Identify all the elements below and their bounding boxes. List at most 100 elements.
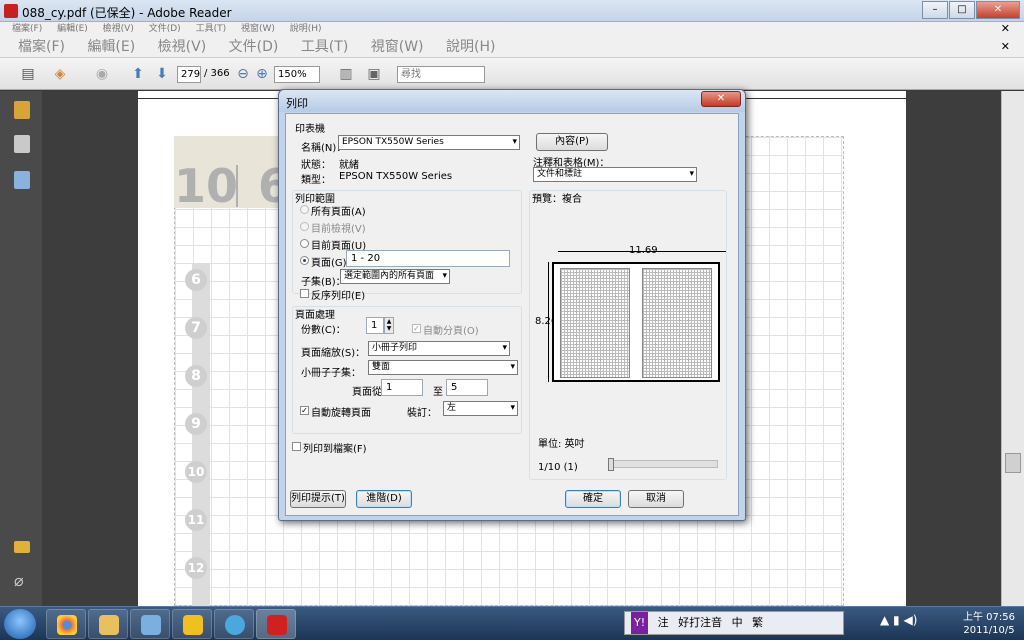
print-icon[interactable]: ▤	[18, 65, 38, 83]
cancel-button[interactable]: 取消	[628, 490, 684, 508]
pages-radio[interactable]	[300, 256, 309, 265]
taskbar-app-yellow[interactable]	[172, 609, 212, 639]
page-number-input[interactable]: 279	[177, 66, 201, 83]
ime-name[interactable]: 好打注音	[678, 612, 722, 634]
fit-page-icon[interactable]: ▥	[336, 65, 356, 83]
menu-document[interactable]: 文件(D)	[229, 36, 279, 58]
maximize-button[interactable]: □	[949, 1, 975, 19]
circle-number: 6	[185, 269, 207, 291]
pages-icon[interactable]	[14, 135, 30, 153]
menu-view[interactable]: 檢視(V)	[158, 36, 207, 58]
adobe-reader-task-icon	[267, 615, 287, 635]
taskbar-adobe-reader[interactable]	[256, 609, 296, 639]
sheets-from-label: 頁面從	[352, 387, 382, 398]
preview-left-page	[560, 268, 630, 378]
page-scaling-label: 頁面縮放(S)：	[301, 348, 366, 359]
menu-edit-small[interactable]: 編輯(E)	[57, 22, 88, 36]
taskbar-explorer[interactable]	[88, 609, 128, 639]
attachments-icon[interactable]	[14, 171, 30, 189]
menu-view-small[interactable]: 檢視(V)	[103, 22, 134, 36]
binding-select[interactable]: 左	[443, 401, 518, 416]
menu-edit[interactable]: 編輯(E)	[87, 36, 135, 58]
copies-spinner[interactable]: ▲ ▼	[384, 317, 394, 334]
booklet-subset-select[interactable]: 雙面	[368, 360, 518, 375]
lock-icon[interactable]	[14, 101, 30, 119]
page-scaling-select[interactable]: 小冊子列印	[368, 341, 510, 356]
tray-icons[interactable]: ▲ ▮ ◀)	[880, 613, 917, 627]
menu-document-small[interactable]: 文件(D)	[149, 22, 181, 36]
taskbar-app-blue[interactable]	[214, 609, 254, 639]
zoom-in-icon[interactable]: ⊕	[252, 65, 272, 83]
search-input[interactable]: 尋找	[397, 66, 485, 83]
circle-number: 11	[185, 509, 207, 531]
print-dialog: 列印 ✕ 印表機 名稱(N)： EPSON TX550W Series 內容(P…	[278, 89, 746, 521]
taskbar-network[interactable]	[130, 609, 170, 639]
menu-help-small[interactable]: 說明(H)	[290, 22, 322, 36]
menu-window-small[interactable]: 視窗(W)	[241, 22, 275, 36]
ime-traditional[interactable]: 繁	[752, 612, 763, 634]
all-pages-radio[interactable]	[300, 205, 309, 214]
comments-forms-select[interactable]: 文件和標註	[533, 167, 697, 182]
auto-rotate-label: 自動旋轉頁面	[311, 408, 371, 419]
scrollbar-thumb[interactable]	[1005, 453, 1021, 473]
circle-number: 7	[185, 317, 207, 339]
ok-button[interactable]: 確定	[565, 490, 621, 508]
all-pages-label: 所有頁面(A)	[311, 207, 366, 218]
menu-window[interactable]: 視窗(W)	[371, 36, 424, 58]
system-tray[interactable]: ▲ ▮ ◀)	[880, 613, 950, 633]
subset-select[interactable]: 選定範圍內的所有頁面	[340, 269, 450, 284]
auto-rotate-checkbox[interactable]: ✓	[300, 406, 309, 415]
properties-button[interactable]: 內容(P)	[536, 133, 608, 151]
ime-yahoo[interactable]: Y!	[631, 612, 649, 634]
menu-bar-secondary: 檔案(F) 編輯(E) 檢視(V) 文件(D) 工具(T) 視窗(W) 說明(H…	[0, 22, 1024, 36]
chapter-separator	[236, 165, 238, 207]
preview-page-slider[interactable]	[608, 458, 718, 471]
start-button[interactable]	[4, 609, 36, 639]
copies-input[interactable]: 1	[366, 317, 384, 334]
current-page-radio[interactable]	[300, 239, 309, 248]
printer-name-select[interactable]: EPSON TX550W Series	[338, 135, 520, 150]
paperclip-icon[interactable]: ⌀	[14, 571, 30, 590]
pages-range-input[interactable]: 1 - 20	[346, 250, 510, 267]
taskbar: Y! 注 好打注音 中 繁 ▲ ▮ ◀) 上午 07:56 2011/10/5	[0, 606, 1024, 640]
zoom-out-icon[interactable]: ⊖	[233, 65, 253, 83]
menu-file-small[interactable]: 檔案(F)	[12, 22, 42, 36]
zoom-select[interactable]: 150%	[274, 66, 320, 83]
preview-label: 預覽：複合	[532, 194, 582, 205]
pages-label: 頁面(G)	[311, 258, 347, 269]
print-to-file-label: 列印到檔案(F)	[303, 444, 367, 455]
print-tips-button[interactable]: 列印提示(T)	[290, 490, 346, 508]
preview-page	[552, 262, 720, 382]
clock-date: 2011/10/5	[963, 625, 1015, 636]
clock[interactable]: 上午 07:56 2011/10/5	[958, 611, 1020, 637]
page-handling-label: 頁面處理	[295, 310, 335, 321]
advanced-button[interactable]: 進階(D)	[356, 490, 412, 508]
print-to-file-checkbox[interactable]	[292, 442, 301, 451]
taskbar-chrome[interactable]	[46, 609, 86, 639]
close-button[interactable]: ✕	[976, 1, 1020, 19]
menu-file[interactable]: 檔案(F)	[18, 36, 65, 58]
window-controls: – □ ✕	[921, 1, 1020, 19]
ime-bopomofo[interactable]: 注	[658, 612, 669, 634]
comment-icon[interactable]: ◉	[92, 65, 112, 83]
sheets-to-input[interactable]: 5	[446, 379, 488, 396]
reverse-pages-checkbox[interactable]	[300, 289, 309, 298]
chrome-icon	[57, 615, 77, 635]
dialog-close-button[interactable]: ✕	[701, 91, 741, 107]
fit-width-icon[interactable]: ▣	[364, 65, 384, 83]
menu-tools-small[interactable]: 工具(T)	[196, 22, 227, 36]
comments-icon[interactable]	[14, 541, 30, 553]
ime-chinese[interactable]: 中	[732, 612, 743, 634]
menu-help[interactable]: 說明(H)	[446, 36, 495, 58]
next-page-icon[interactable]: ⬇	[152, 65, 172, 83]
menu-tools[interactable]: 工具(T)	[301, 36, 348, 58]
sheets-from-input[interactable]: 1	[381, 379, 423, 396]
minimize-button[interactable]: –	[922, 1, 948, 19]
close-document-icon[interactable]: ✕	[1001, 36, 1010, 58]
share-icon[interactable]: ◈	[50, 65, 70, 83]
slider-thumb[interactable]	[608, 458, 614, 471]
previous-page-icon[interactable]: ⬆	[128, 65, 148, 83]
close-doc-small-icon[interactable]: ✕	[1001, 22, 1010, 36]
collate-label: 自動分頁(O)	[423, 326, 479, 337]
vertical-scrollbar[interactable]	[1001, 91, 1024, 606]
